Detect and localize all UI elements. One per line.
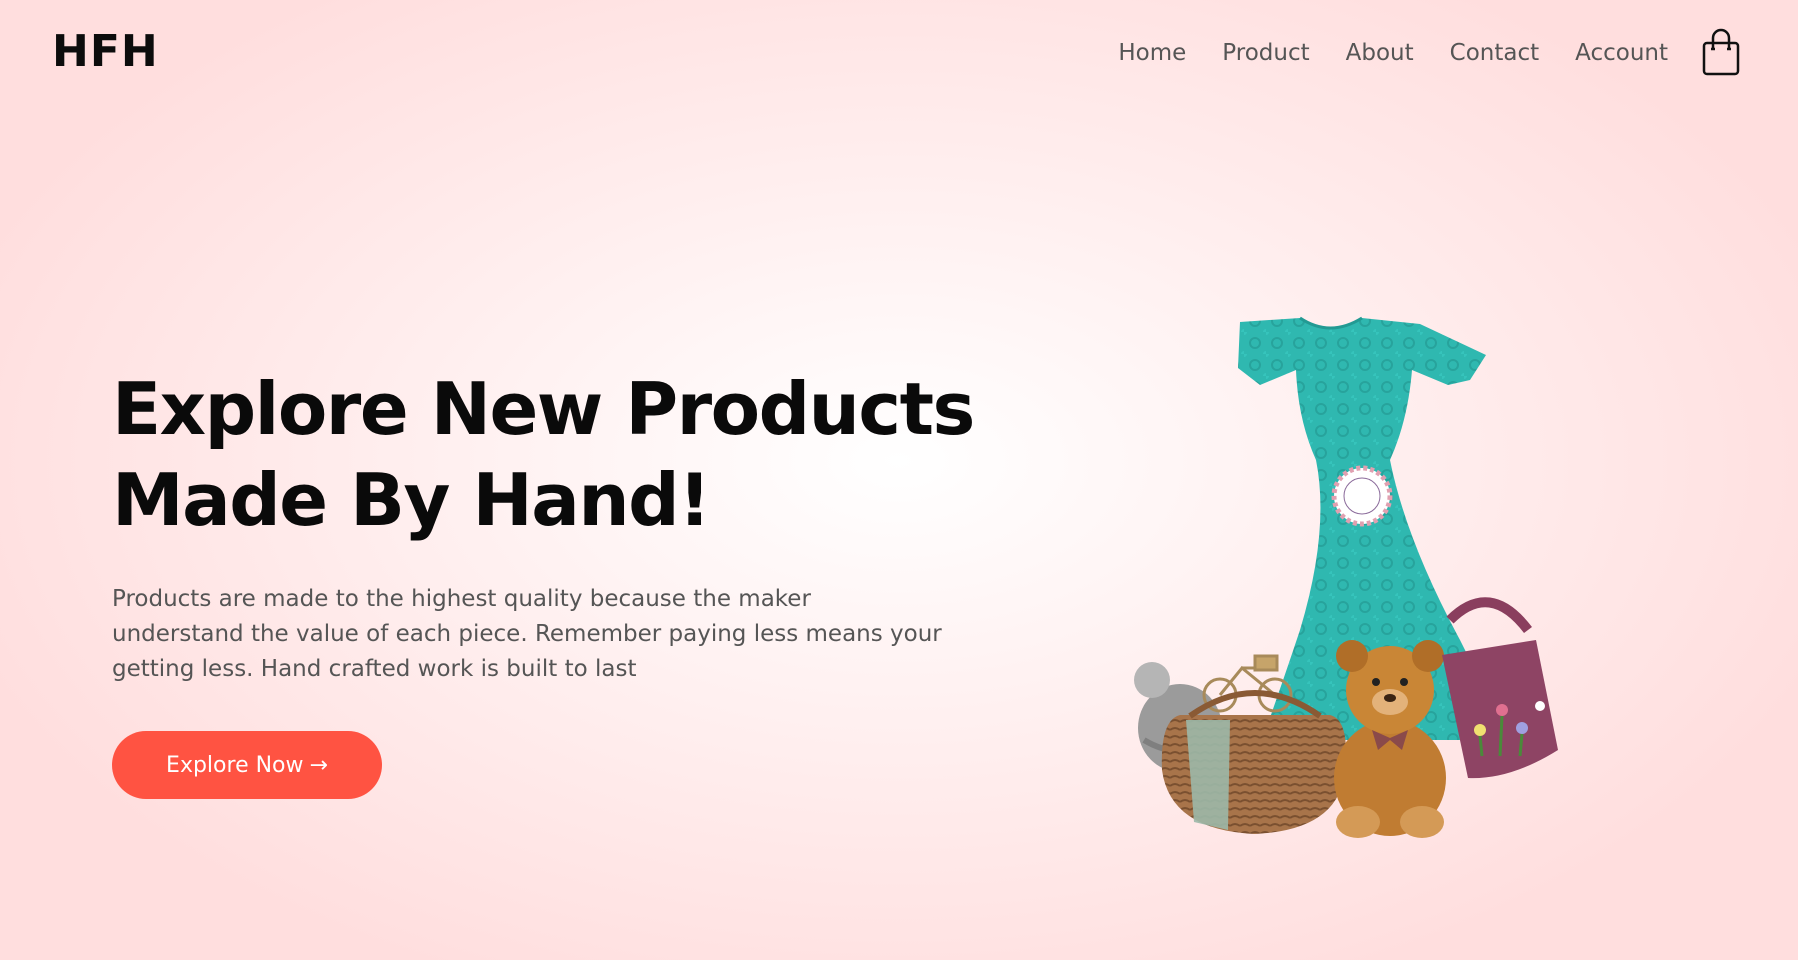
nav-link-home[interactable]: Home: [1118, 40, 1186, 66]
explore-now-label: Explore Now: [166, 752, 304, 778]
explore-now-button[interactable]: Explore Now →: [112, 731, 382, 799]
hero-product-image: [1134, 316, 1558, 838]
nav-link-contact[interactable]: Contact: [1450, 40, 1539, 66]
knitted-bag-graphic: [1442, 597, 1558, 779]
hero-title-line-1: Explore New Products: [112, 367, 975, 451]
nav-link-product[interactable]: Product: [1222, 40, 1309, 66]
hand-made-badge: [1331, 465, 1393, 527]
logo[interactable]: HFH: [52, 26, 159, 77]
navbar: HFH Home Product About Contact Account: [0, 0, 1798, 112]
arrow-right-icon: →: [309, 752, 328, 778]
teddy-bear-graphic: [1334, 640, 1446, 838]
cart-button[interactable]: [1701, 27, 1741, 77]
hero-title-line-2: Made By Hand!: [112, 458, 711, 542]
hero-description: Products are made to the highest quality…: [112, 586, 942, 682]
nav-link-account[interactable]: Account: [1575, 40, 1668, 66]
hero-title: Explore New Products Made By Hand!: [112, 364, 992, 546]
basket-graphic: [1161, 690, 1346, 834]
shopping-bag-icon: [1702, 28, 1740, 76]
nav-link-about[interactable]: About: [1346, 40, 1414, 66]
main-menu: Home Product About Contact Account: [1118, 40, 1668, 66]
